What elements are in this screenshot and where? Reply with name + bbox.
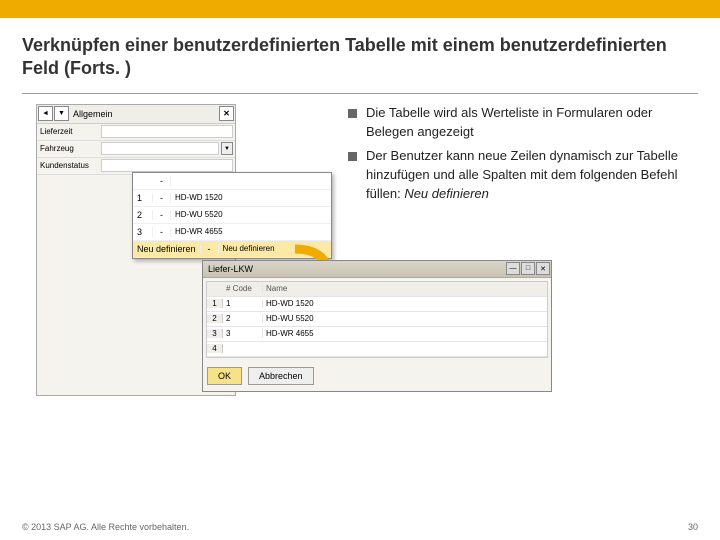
dialog-titlebar: Liefer-LKW — □ ✕ [203, 261, 551, 278]
cancel-button[interactable]: Abbrechen [248, 367, 314, 385]
panel-tab-label: Allgemein [69, 109, 219, 119]
minimize-icon[interactable]: — [506, 262, 520, 275]
dialog-liefer-lkw: Liefer-LKW — □ ✕ # Code Name 1 1 HD-WD 1… [202, 260, 552, 392]
close-icon[interactable]: ✕ [536, 262, 550, 275]
dropdown-item[interactable]: 2 - HD-WU 5520 [133, 207, 331, 224]
dialog-footer: OK Abbrechen [203, 361, 551, 391]
field-label: Lieferzeit [37, 127, 101, 136]
bullet-list: Die Tabelle wird als Werteliste in Formu… [348, 104, 693, 210]
slide-title: Verknüpfen einer benutzerdefinierten Tab… [0, 18, 720, 93]
table-row[interactable]: 4 [207, 342, 547, 357]
dropdown-icon[interactable]: ▼ [221, 142, 233, 155]
field-input[interactable] [101, 125, 233, 138]
field-label: Fahrzeug [37, 144, 101, 153]
dialog-body: # Code Name 1 1 HD-WD 1520 2 2 HD-WU 552… [203, 278, 551, 361]
field-input[interactable] [101, 159, 233, 172]
bullet-item: Der Benutzer kann neue Zeilen dynamisch … [348, 147, 693, 204]
slide-footer: © 2013 SAP AG. Alle Rechte vorbehalten. … [22, 522, 698, 532]
bullet-item: Die Tabelle wird als Werteliste in Formu… [348, 104, 693, 142]
top-accent-bar [0, 0, 720, 18]
nav-prev-icon[interactable]: ◄ [38, 106, 53, 121]
field-label: Kundenstatus [37, 161, 101, 170]
nav-next-icon[interactable]: ▼ [54, 106, 69, 121]
table-row[interactable]: 3 3 HD-WR 4655 [207, 327, 547, 342]
table-row[interactable]: 1 1 HD-WD 1520 [207, 297, 547, 312]
dialog-title: Liefer-LKW [208, 264, 253, 274]
maximize-icon[interactable]: □ [521, 262, 535, 275]
dropdown-item[interactable]: 3 - HD-WR 4655 [133, 224, 331, 241]
page-number: 30 [688, 522, 698, 532]
table-row[interactable]: 2 2 HD-WU 5520 [207, 312, 547, 327]
dialog-grid: # Code Name 1 1 HD-WD 1520 2 2 HD-WU 552… [206, 281, 548, 358]
field-row-fahrzeug: Fahrzeug ▼ [37, 141, 235, 158]
field-input[interactable] [101, 142, 219, 155]
close-icon[interactable]: ✕ [219, 106, 234, 121]
dropdown-item[interactable]: - [133, 173, 331, 190]
field-row-lieferzeit: Lieferzeit [37, 124, 235, 141]
ok-button[interactable]: OK [207, 367, 242, 385]
copyright-text: © 2013 SAP AG. Alle Rechte vorbehalten. [22, 522, 189, 532]
grid-header-row: # Code Name [207, 282, 547, 297]
panel-header: ◄ ▼ Allgemein ✕ [37, 105, 235, 124]
dropdown-item[interactable]: 1 - HD-WD 1520 [133, 190, 331, 207]
content-area: ◄ ▼ Allgemein ✕ Lieferzeit Fahrzeug ▼ Ku… [0, 94, 720, 514]
